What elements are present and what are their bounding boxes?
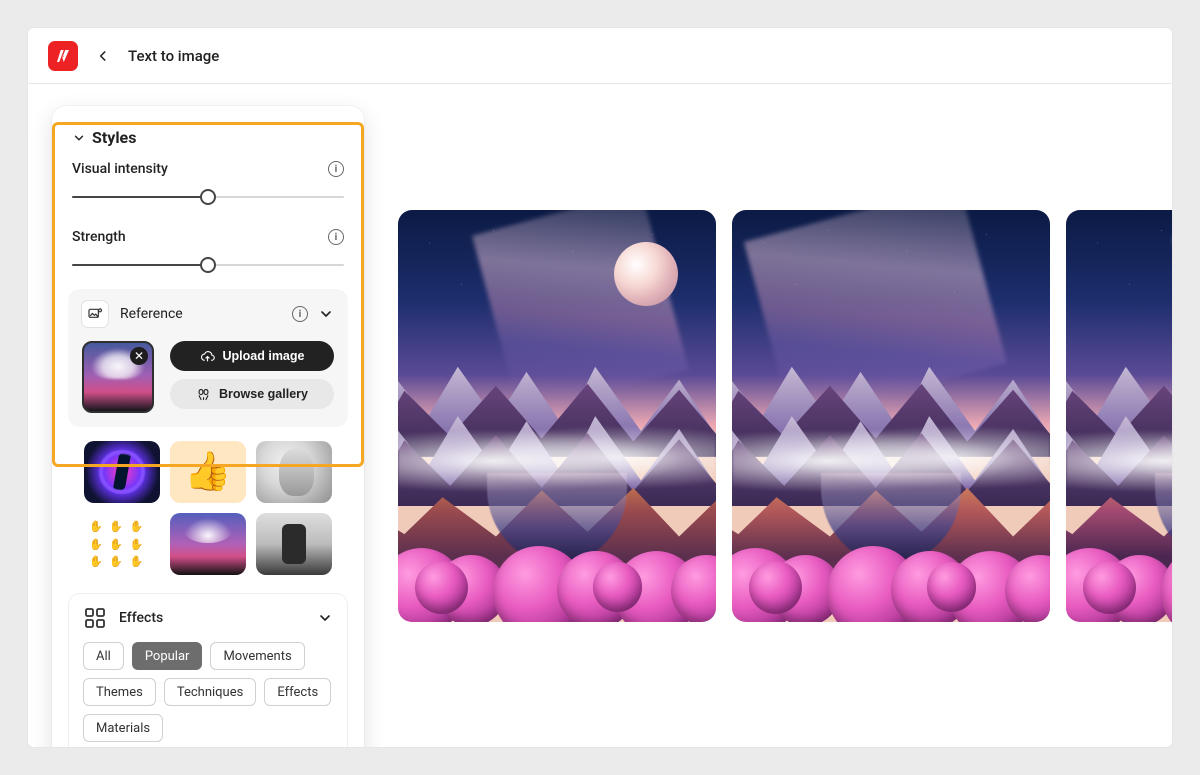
- top-bar: Text to image: [28, 28, 1172, 84]
- effects-chip[interactable]: Popular: [132, 642, 203, 670]
- results-strip: [398, 84, 1172, 747]
- styles-header-label: Styles: [92, 128, 136, 147]
- effects-label: Effects: [119, 610, 163, 626]
- style-tile[interactable]: [170, 441, 246, 503]
- result-thumbnail[interactable]: [732, 210, 1050, 622]
- effects-chip[interactable]: Themes: [83, 678, 156, 706]
- effects-chip[interactable]: All: [83, 642, 124, 670]
- style-samples-grid: [52, 427, 364, 575]
- back-icon[interactable]: [92, 45, 114, 67]
- style-tile[interactable]: [84, 441, 160, 503]
- upload-image-label: Upload image: [223, 349, 305, 363]
- chevron-down-icon[interactable]: [317, 610, 333, 626]
- style-tile[interactable]: [170, 513, 246, 575]
- strength-label: Strength: [72, 229, 126, 245]
- styles-header[interactable]: Styles: [52, 116, 364, 153]
- effects-chip[interactable]: Techniques: [164, 678, 257, 706]
- chevron-down-icon[interactable]: [318, 306, 334, 322]
- effects-icon: [83, 606, 107, 630]
- result-thumbnail[interactable]: [1066, 210, 1172, 622]
- info-icon[interactable]: i: [328, 161, 344, 177]
- effects-chip[interactable]: Movements: [210, 642, 304, 670]
- browse-gallery-label: Browse gallery: [219, 387, 308, 401]
- chevron-down-icon: [72, 131, 86, 145]
- visual-intensity-label: Visual intensity: [72, 161, 168, 177]
- info-icon[interactable]: i: [328, 229, 344, 245]
- adobe-logo: [48, 41, 78, 71]
- style-tile[interactable]: [256, 513, 332, 575]
- upload-image-button[interactable]: Upload image: [170, 341, 334, 371]
- close-icon[interactable]: ✕: [130, 347, 148, 365]
- browse-gallery-button[interactable]: Browse gallery: [170, 379, 334, 409]
- effects-chip[interactable]: Effects: [264, 678, 331, 706]
- reference-icon: [82, 301, 108, 327]
- style-tile[interactable]: [256, 441, 332, 503]
- styles-panel: Styles Visual intensity i Strength i: [52, 106, 364, 747]
- page-title: Text to image: [128, 47, 219, 65]
- reference-label: Reference: [120, 306, 183, 322]
- effects-chip[interactable]: Materials: [83, 714, 163, 742]
- result-thumbnail[interactable]: [398, 210, 716, 622]
- effects-chip-row: All PopularMovements Themes TechniquesEffec…: [83, 642, 333, 742]
- info-icon[interactable]: i: [292, 306, 308, 322]
- reference-thumbnail[interactable]: ✕: [82, 341, 154, 413]
- visual-intensity-slider[interactable]: [72, 189, 344, 205]
- strength-slider[interactable]: [72, 257, 344, 273]
- style-tile[interactable]: [84, 513, 160, 575]
